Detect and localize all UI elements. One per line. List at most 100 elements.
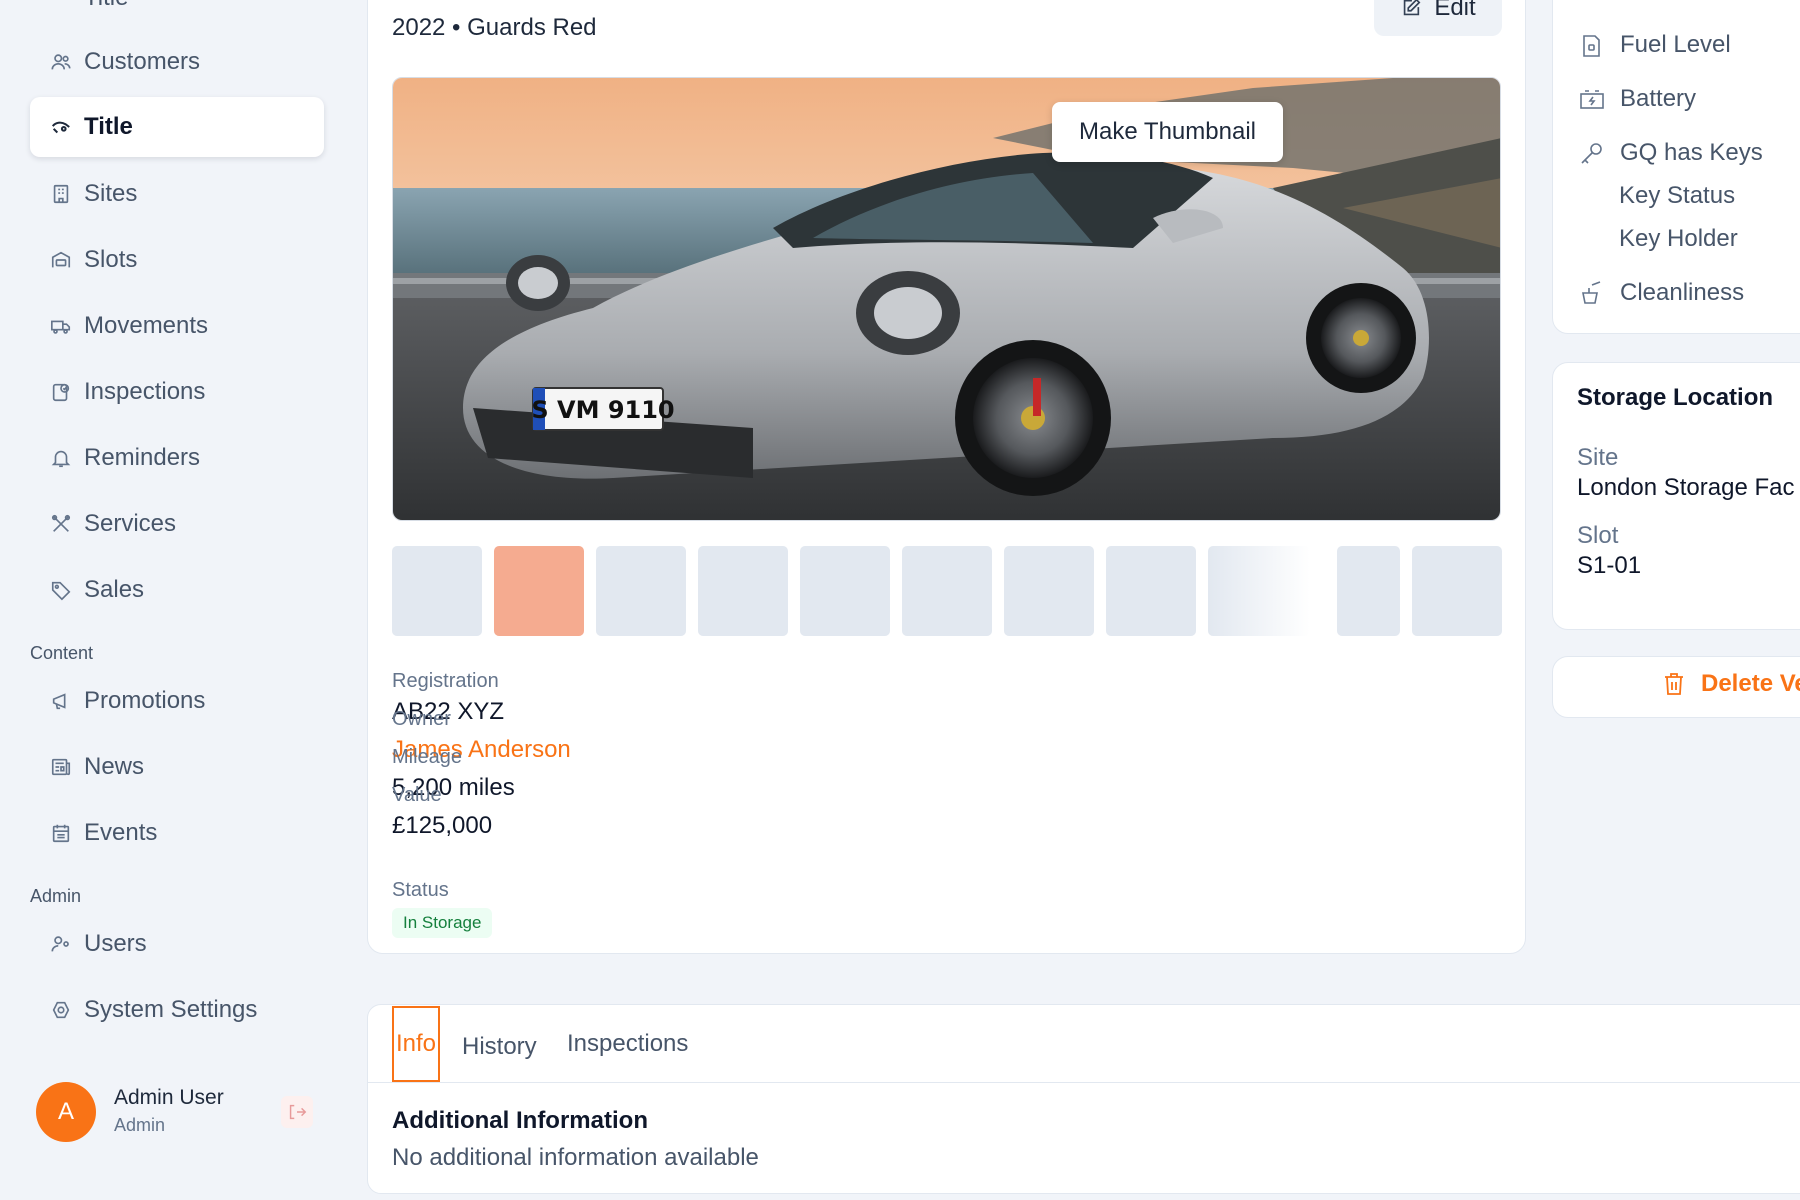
trash-icon xyxy=(1663,671,1687,697)
battery-label: Battery xyxy=(1620,85,1697,112)
sidebar-item-label: Sites xyxy=(84,180,138,207)
bell-icon xyxy=(48,445,74,471)
photo-thumbnail[interactable] xyxy=(1106,546,1196,636)
photo-thumbnail[interactable] xyxy=(392,546,482,636)
value-label: Value xyxy=(392,784,442,806)
users-icon xyxy=(48,49,74,75)
cleanliness-item: Cleanliness xyxy=(1578,279,1744,307)
user-role: Admin xyxy=(114,1115,166,1135)
tab-info[interactable]: Info xyxy=(392,1006,441,1082)
photo-thumbnail[interactable] xyxy=(1412,546,1502,636)
sidebar-item-system-settings[interactable]: System Settings xyxy=(30,980,324,1040)
car-icon xyxy=(48,0,74,11)
user-name: Admin User xyxy=(114,1086,224,1109)
tools-icon xyxy=(48,511,74,537)
storage-location-title: Storage Location xyxy=(1577,384,1774,411)
sidebar-item-movements[interactable]: Movements xyxy=(30,296,324,356)
sidebar-item-title[interactable]: Title xyxy=(30,97,324,157)
fuel-level-label: Fuel Level xyxy=(1620,31,1731,58)
key-holder-label: Key Holder xyxy=(1619,225,1738,252)
user-profile[interactable]: A Admin User Admin xyxy=(36,1082,326,1142)
sidebar-item-slots[interactable]: Slots xyxy=(30,230,324,290)
tab-history[interactable]: History xyxy=(462,1033,537,1061)
car-icon xyxy=(48,114,74,140)
avatar: A xyxy=(36,1082,96,1142)
sidebar-item-label: Slots xyxy=(84,246,138,273)
fuel-icon xyxy=(1578,31,1606,59)
megaphone-icon xyxy=(48,688,74,714)
spray-icon xyxy=(1578,279,1606,307)
delete-vehicle-button[interactable]: Delete Ve xyxy=(1663,670,1800,698)
clipboard-check-icon xyxy=(48,379,74,405)
photo-thumbnail-selected[interactable] xyxy=(494,546,584,636)
fuel-level-item: Fuel Level xyxy=(1578,31,1731,59)
additional-info-title: Additional Information xyxy=(392,1107,648,1134)
sidebar-item-inspections[interactable]: Inspections xyxy=(30,362,324,422)
make-thumbnail-button[interactable]: Make Thumbnail xyxy=(1052,102,1283,162)
sidebar-item-reminders[interactable]: Reminders xyxy=(30,428,324,488)
photo-thumbnail[interactable] xyxy=(800,546,890,636)
battery-icon xyxy=(1578,85,1606,113)
sidebar-item-label: System Settings xyxy=(84,996,258,1023)
building-icon xyxy=(48,181,74,207)
sidebar-item-news[interactable]: News xyxy=(30,737,324,797)
key-status-label: Key Status xyxy=(1619,182,1736,209)
site-value: London Storage Fac xyxy=(1577,474,1795,501)
photo-thumbnail[interactable] xyxy=(596,546,686,636)
section-label-admin: Admin xyxy=(30,886,82,906)
sidebar-item-label: Inspections xyxy=(84,378,206,405)
delete-label: Delete Ve xyxy=(1701,670,1800,697)
user-cog-icon xyxy=(48,931,74,957)
car-photo: S VM 9110 xyxy=(393,78,1500,520)
tabs-divider xyxy=(368,1082,1800,1083)
value-amount: £125,000 xyxy=(392,812,493,839)
keys-item: GQ has Keys xyxy=(1578,139,1763,167)
sidebar-item-label: Movements xyxy=(84,312,209,339)
photo-thumbnail[interactable] xyxy=(902,546,992,636)
sidebar-item-label: Services xyxy=(84,510,177,537)
garage-icon xyxy=(48,247,74,273)
sidebar-item-promotions[interactable]: Promotions xyxy=(30,671,324,731)
sidebar-item-label: Title xyxy=(84,113,133,140)
sidebar-item-sales[interactable]: Sales xyxy=(30,560,324,620)
newspaper-icon xyxy=(48,754,74,780)
edit-label: Edit xyxy=(1434,0,1476,21)
additional-info-text: No additional information available xyxy=(392,1144,759,1171)
key-icon xyxy=(1578,139,1606,167)
sidebar-item-label: News xyxy=(84,753,145,780)
cleanliness-label: Cleanliness xyxy=(1620,279,1745,306)
photo-thumbnail[interactable] xyxy=(1208,546,1310,636)
tag-icon xyxy=(48,577,74,603)
sidebar-item-events[interactable]: Events xyxy=(30,803,324,863)
sidebar-item-title-top[interactable]: Title xyxy=(30,0,324,28)
vehicle-subtitle: 2022 • Guards Red xyxy=(392,14,597,41)
edit-button[interactable]: Edit xyxy=(1374,0,1502,36)
sidebar-item-label: Users xyxy=(84,930,147,957)
sidebar-item-services[interactable]: Services xyxy=(30,494,324,554)
keys-label: GQ has Keys xyxy=(1620,139,1763,166)
site-label: Site xyxy=(1577,444,1619,471)
sidebar-item-label: Sales xyxy=(84,576,145,603)
logout-button[interactable] xyxy=(281,1096,313,1128)
sidebar-item-users[interactable]: Users xyxy=(30,914,324,974)
photo-thumbnails xyxy=(392,546,1502,636)
tab-inspections[interactable]: Inspections xyxy=(567,1030,688,1058)
edit-icon xyxy=(1400,0,1422,19)
photo-thumbnail[interactable] xyxy=(1337,546,1400,636)
vehicle-main-photo[interactable]: S VM 9110 xyxy=(392,77,1501,521)
sidebar: Title Customers Title Sites Slots Moveme… xyxy=(0,0,350,1200)
status-label: Status xyxy=(392,879,449,901)
photo-thumbnail[interactable] xyxy=(1004,546,1094,636)
owner-label: Owner xyxy=(392,708,451,730)
status-badge: In Storage xyxy=(392,908,493,938)
logout-icon xyxy=(289,1104,307,1120)
truck-icon xyxy=(48,313,74,339)
photo-thumbnail[interactable] xyxy=(698,546,788,636)
sidebar-item-sites[interactable]: Sites xyxy=(30,164,324,224)
sidebar-item-customers[interactable]: Customers xyxy=(30,32,324,92)
settings-icon xyxy=(48,997,74,1023)
slot-value: S1-01 xyxy=(1577,552,1642,579)
battery-item: Battery xyxy=(1578,85,1696,113)
calendar-icon xyxy=(48,820,74,846)
slot-label: Slot xyxy=(1577,522,1619,549)
